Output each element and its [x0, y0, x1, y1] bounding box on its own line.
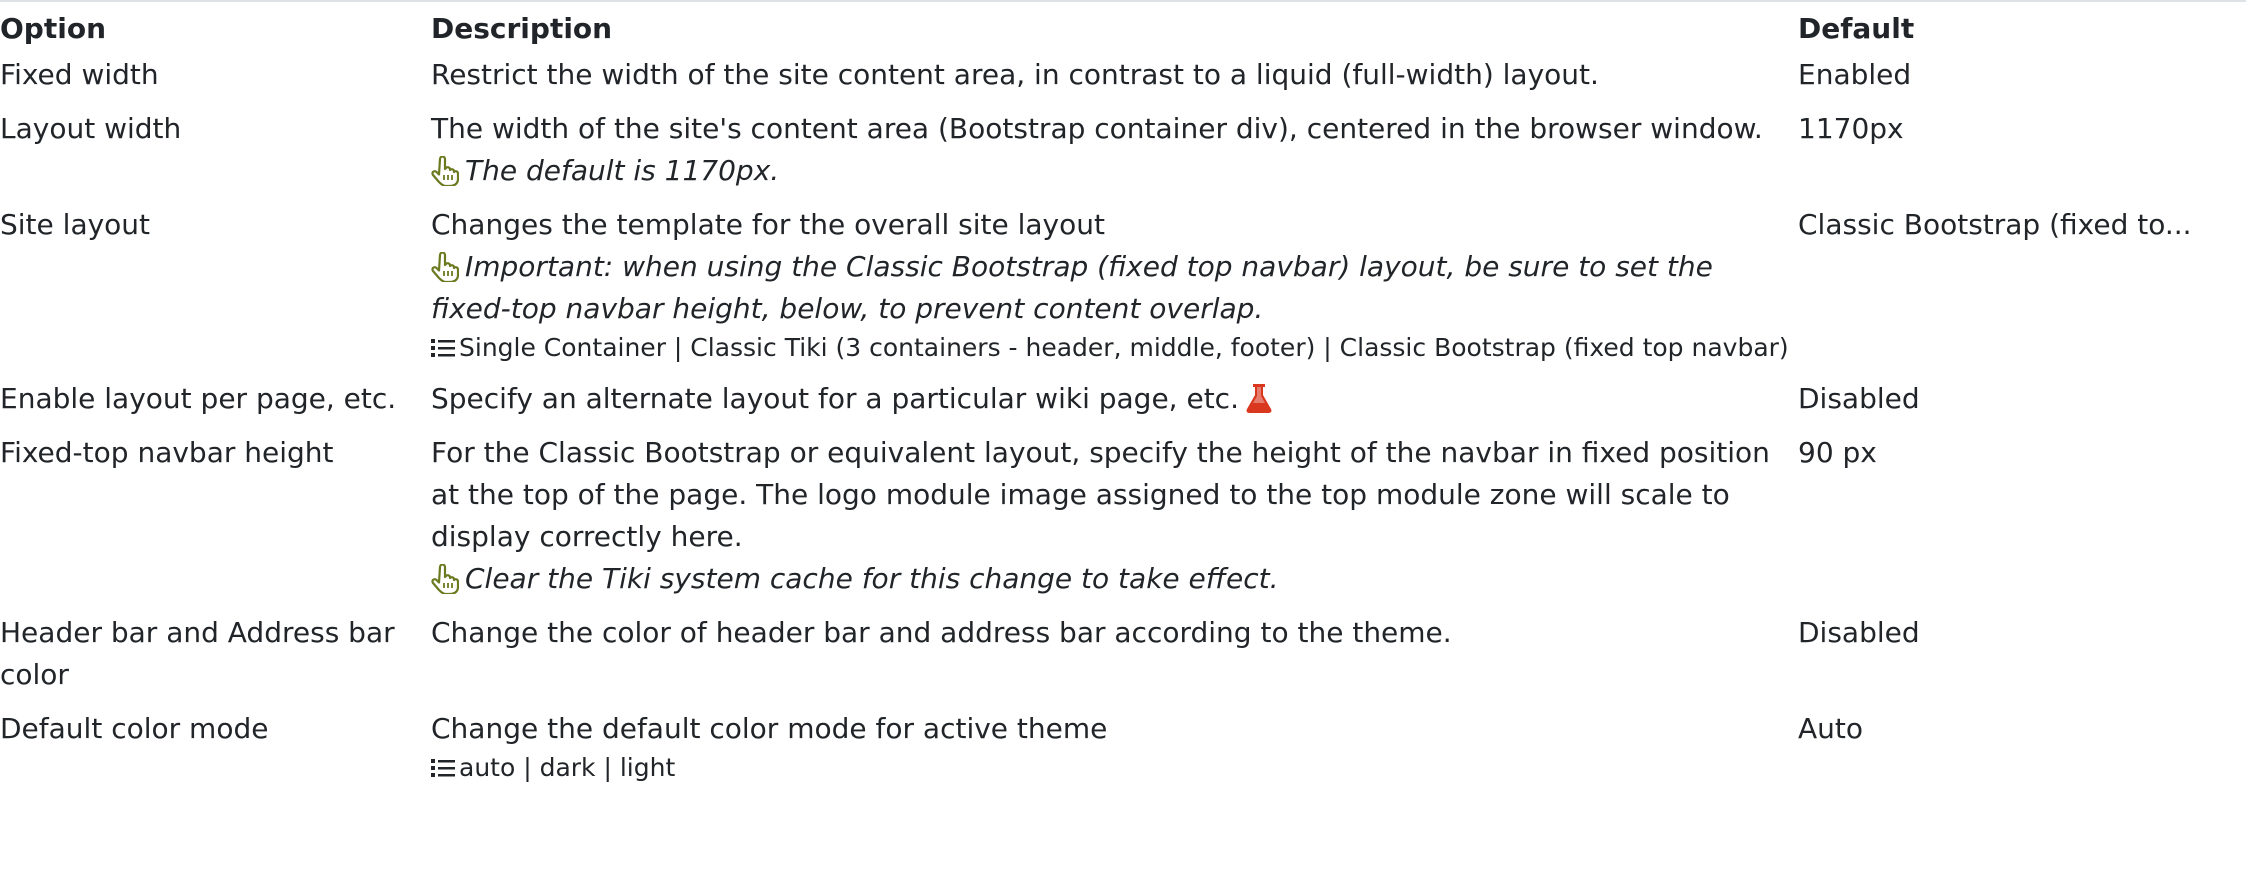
table-top-border — [0, 0, 2246, 2]
description-text: Change the default color mode for active… — [431, 712, 1108, 745]
description-text: Restrict the width of the site content a… — [431, 58, 1599, 91]
hint-text: Clear the Tiki system cache for this cha… — [465, 562, 1279, 595]
default-value: Classic Bootstrap (fixed to... — [1798, 208, 2192, 241]
default-value: Disabled — [1798, 616, 1920, 649]
option-description: For the Classic Bootstrap or equivalent … — [431, 432, 1798, 612]
description-text: Change the color of header bar and addre… — [431, 616, 1452, 649]
option-values-text: Single Container | Classic Tiki (3 conta… — [459, 333, 1789, 362]
option-name: Fixed-top navbar height — [0, 436, 334, 469]
option-description: The width of the site's content area (Bo… — [431, 108, 1798, 204]
table-row: Header bar and Address bar color Change … — [0, 612, 2242, 708]
default-value: Enabled — [1798, 58, 1912, 91]
column-header-description: Description — [431, 12, 613, 45]
default-value: Disabled — [1798, 382, 1920, 415]
table-header-row: Option Description Default — [0, 8, 2242, 54]
table-row: Default color mode Change the default co… — [0, 708, 2242, 798]
description-text: Specify an alternate layout for a partic… — [431, 382, 1239, 415]
option-default: Disabled — [1798, 378, 2242, 432]
option-description: Specify an alternate layout for a partic… — [431, 378, 1798, 432]
option-description: Change the color of header bar and addre… — [431, 612, 1798, 708]
default-value: 90 px — [1798, 436, 1877, 469]
option-name: Header bar and Address bar color — [0, 616, 395, 691]
option-values-text: auto | dark | light — [459, 753, 676, 782]
list-icon — [431, 339, 455, 357]
hint-text: The default is 1170px. — [465, 154, 780, 187]
column-header-option: Option — [0, 12, 106, 45]
default-value: 1170px — [1798, 112, 1904, 145]
option-values: auto | dark | light — [431, 750, 1798, 786]
option-default: Enabled — [1798, 54, 2242, 108]
option-name: Default color mode — [0, 712, 269, 745]
pointing-hand-icon — [431, 156, 459, 186]
table-row: Site layout Changes the template for the… — [0, 204, 2242, 378]
option-name: Layout width — [0, 112, 182, 145]
option-name: Site layout — [0, 208, 151, 241]
option-values: Single Container | Classic Tiki (3 conta… — [431, 330, 1798, 366]
table-row: Fixed width Restrict the width of the si… — [0, 54, 2242, 108]
table-row: Enable layout per page, etc. Specify an … — [0, 378, 2242, 432]
option-default: Disabled — [1798, 612, 2242, 708]
option-name: Fixed width — [0, 58, 159, 91]
hint: Important: when using the Classic Bootst… — [431, 246, 1798, 330]
option-default: 1170px — [1798, 108, 2242, 204]
description-text: The width of the site's content area (Bo… — [431, 112, 1763, 145]
option-description: Change the default color mode for active… — [431, 708, 1798, 798]
table-row: Fixed-top navbar height For the Classic … — [0, 432, 2242, 612]
default-value: Auto — [1798, 712, 1864, 745]
description-text: For the Classic Bootstrap or equivalent … — [431, 436, 1770, 553]
option-default: 90 px — [1798, 432, 2242, 612]
pointing-hand-icon — [431, 252, 459, 282]
option-default: Classic Bootstrap (fixed to... — [1798, 204, 2242, 378]
table-row: Layout width The width of the site's con… — [0, 108, 2242, 204]
option-description: Restrict the width of the site content a… — [431, 54, 1798, 108]
option-description: Changes the template for the overall sit… — [431, 204, 1798, 378]
flask-icon — [1246, 384, 1272, 413]
option-name: Enable layout per page, etc. — [0, 382, 397, 415]
column-header-default: Default — [1798, 12, 1915, 45]
preferences-table: Option Description Default Fixed width R… — [0, 8, 2242, 798]
list-icon — [431, 759, 455, 777]
pointing-hand-icon — [431, 564, 459, 594]
hint: Clear the Tiki system cache for this cha… — [431, 558, 1798, 600]
hint: The default is 1170px. — [431, 150, 1798, 192]
hint-text: Important: when using the Classic Bootst… — [431, 250, 1713, 325]
option-default: Auto — [1798, 708, 2242, 798]
description-text: Changes the template for the overall sit… — [431, 208, 1105, 241]
